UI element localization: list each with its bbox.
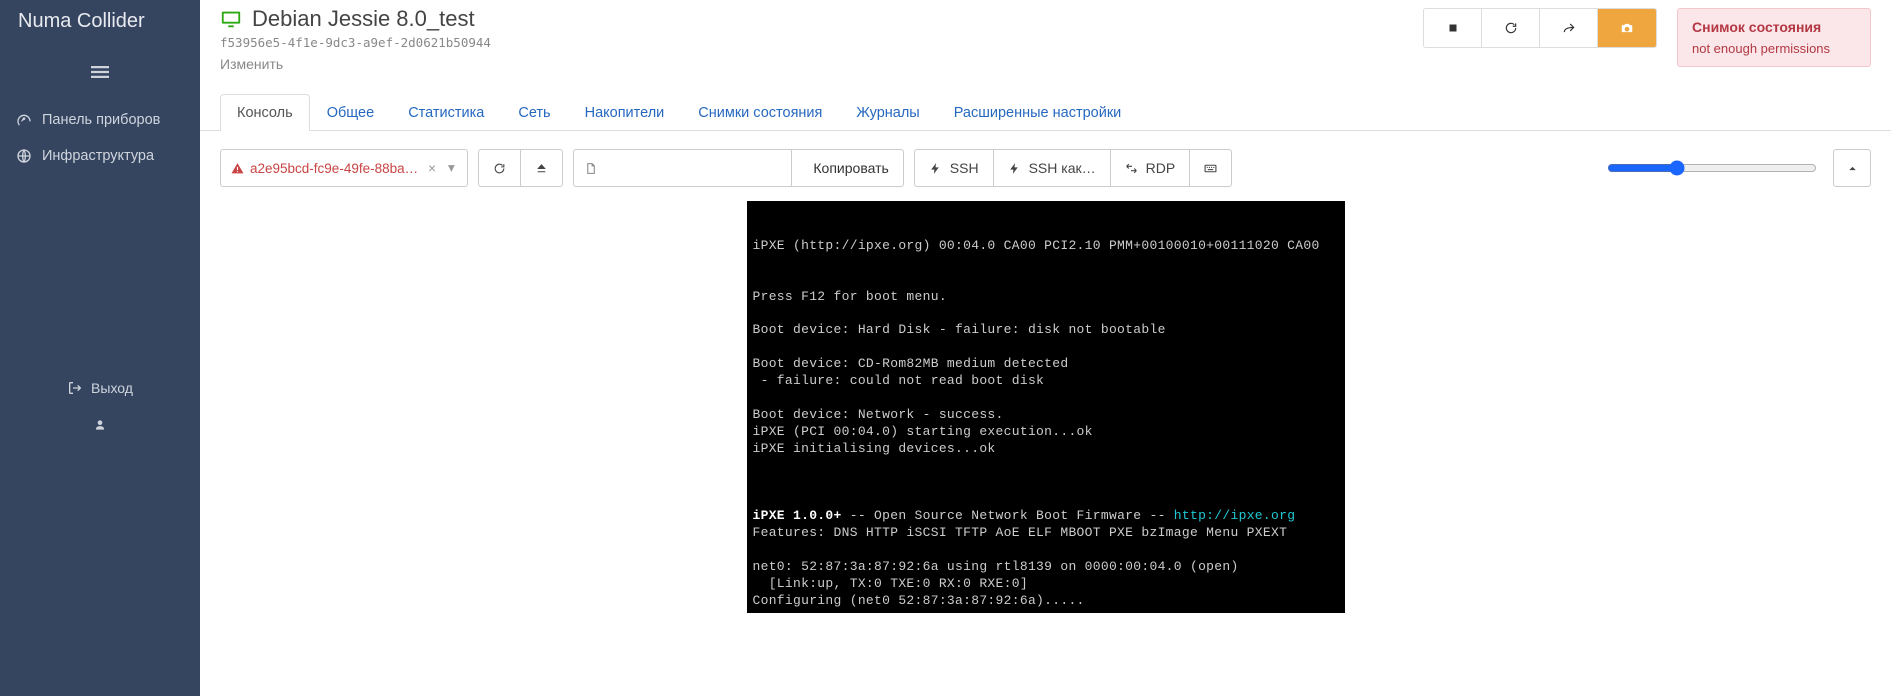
refresh-button[interactable] bbox=[478, 149, 520, 187]
chevron-down-icon[interactable]: ▾ bbox=[446, 160, 457, 176]
edit-link[interactable]: Изменить bbox=[220, 56, 1423, 72]
page-title[interactable]: Debian Jessie 8.0_test bbox=[252, 6, 475, 32]
rdp-button[interactable]: RDP bbox=[1110, 149, 1190, 187]
file-icon bbox=[584, 162, 597, 175]
arrows-icon bbox=[1125, 162, 1138, 175]
stop-button[interactable] bbox=[1424, 9, 1482, 47]
migrate-button[interactable] bbox=[1540, 9, 1598, 47]
tab-5[interactable]: Снимки состояния bbox=[681, 94, 839, 131]
iso-label: a2e95bcd-fc9e-49fe-88ba… bbox=[250, 161, 418, 176]
zoom-slider[interactable] bbox=[1607, 160, 1817, 176]
tab-4[interactable]: Накопители bbox=[568, 94, 682, 131]
tab-2[interactable]: Статистика bbox=[391, 94, 501, 131]
brand[interactable]: Numa Collider bbox=[0, 0, 200, 43]
alert-title: Снимок состояния bbox=[1692, 19, 1856, 35]
sidebar-item-label: Инфраструктура bbox=[42, 148, 154, 164]
alert-box: Снимок состояния not enough permissions bbox=[1677, 8, 1871, 67]
copy-button[interactable]: Копировать bbox=[791, 149, 903, 187]
snapshot-button[interactable] bbox=[1598, 9, 1656, 47]
warning-icon bbox=[231, 162, 244, 175]
main: Debian Jessie 8.0_test f53956e5-4f1e-9dc… bbox=[200, 0, 1891, 696]
copy-label: Копировать bbox=[813, 160, 888, 176]
gauge-icon bbox=[16, 112, 32, 128]
sidebar-item-dashboard[interactable]: Панель приборов bbox=[0, 102, 200, 138]
clear-icon[interactable]: × bbox=[424, 161, 440, 176]
tab-6[interactable]: Журналы bbox=[839, 94, 936, 131]
clipboard-input[interactable] bbox=[573, 149, 792, 187]
vm-console[interactable]: iPXE (http://ipxe.org) 00:04.0 CA00 PCI2… bbox=[747, 201, 1345, 613]
bolt-icon bbox=[929, 162, 942, 175]
keyboard-icon bbox=[1204, 162, 1217, 175]
sidebar-item-label: Панель приборов bbox=[42, 112, 160, 128]
fullscreen-button[interactable] bbox=[1833, 149, 1871, 187]
logout-button[interactable]: Выход bbox=[0, 368, 200, 408]
ssh-as-button[interactable]: SSH как… bbox=[993, 149, 1110, 187]
vm-uuid: f53956e5-4f1e-9dc3-a9ef-2d0621b50944 bbox=[220, 35, 1423, 50]
bolt-icon bbox=[1008, 162, 1021, 175]
ssh-button[interactable]: SSH bbox=[914, 149, 993, 187]
logout-label: Выход bbox=[91, 380, 133, 396]
globe-icon bbox=[16, 148, 32, 164]
vm-action-group bbox=[1423, 8, 1657, 48]
keyboard-button[interactable] bbox=[1189, 149, 1232, 187]
alert-body: not enough permissions bbox=[1692, 41, 1856, 56]
chevron-up-icon bbox=[1846, 162, 1859, 175]
tab-3[interactable]: Сеть bbox=[501, 94, 567, 131]
tab-7[interactable]: Расширенные настройки bbox=[937, 94, 1139, 131]
sidebar: Numa Collider Панель приборов Инфраструк… bbox=[0, 0, 200, 696]
iso-selector[interactable]: a2e95bcd-fc9e-49fe-88ba… × ▾ bbox=[220, 149, 468, 187]
tab-0[interactable]: Консоль bbox=[220, 94, 310, 131]
monitor-icon bbox=[220, 8, 242, 30]
reboot-button[interactable] bbox=[1482, 9, 1540, 47]
sidebar-item-infrastructure[interactable]: Инфраструктура bbox=[0, 138, 200, 174]
tabs: КонсольОбщееСтатистикаСетьНакопителиСним… bbox=[200, 72, 1891, 131]
user-icon[interactable] bbox=[0, 408, 200, 446]
logout-icon bbox=[67, 380, 83, 396]
tab-1[interactable]: Общее bbox=[310, 94, 391, 131]
eject-button[interactable] bbox=[520, 149, 563, 187]
menu-toggle-icon[interactable] bbox=[0, 43, 200, 102]
